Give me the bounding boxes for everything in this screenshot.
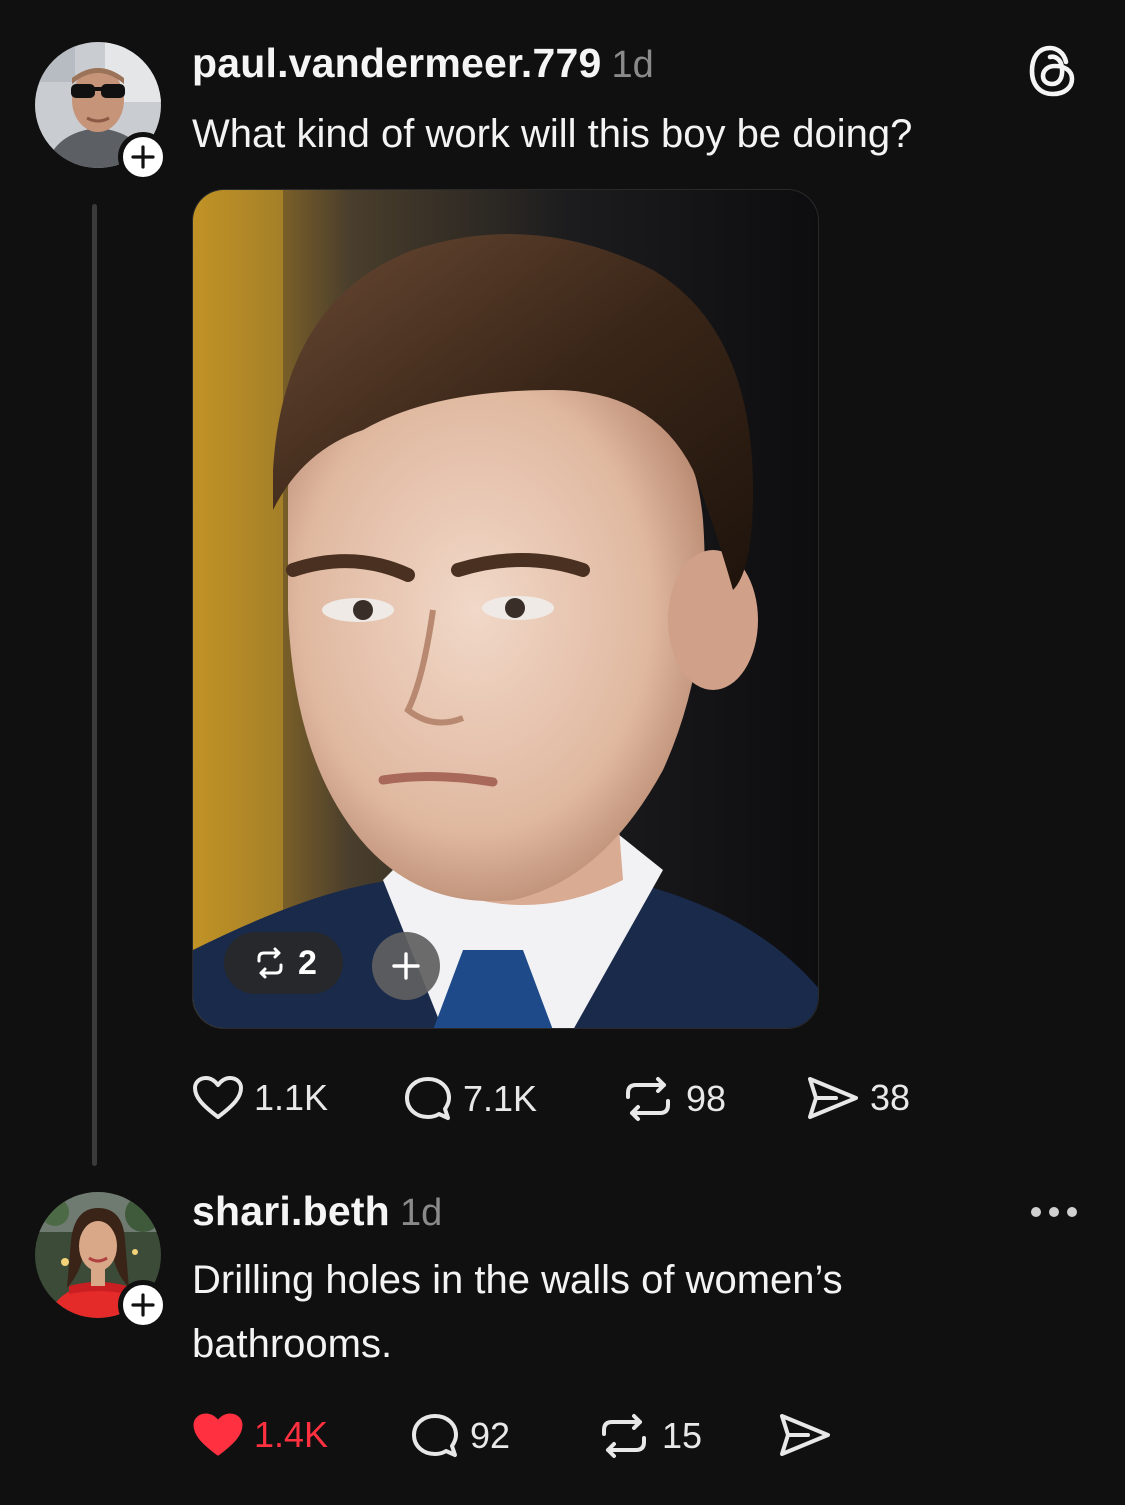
thread-line [92,204,97,1166]
send-icon [808,1077,858,1119]
reply-reply-count: 92 [470,1415,511,1456]
threads-logo-icon[interactable] [1028,44,1078,103]
post-text: What kind of work will this boy be doing… [192,112,913,156]
comment-bubble-icon [405,1077,451,1120]
reply-like-count: 1.4K [254,1414,329,1455]
reply-text-line1: Drilling holes in the walls of women’s [192,1258,843,1302]
repost-icon [602,1414,646,1458]
post-header: paul.vandermeer.779 1d [192,40,654,87]
reply-time: 1d [399,1192,443,1234]
follow-paul-button[interactable] [118,132,168,182]
repost-icon [257,947,283,979]
post-time: 1d [611,44,654,86]
share-count: 38 [870,1077,911,1118]
reply-repost-button[interactable]: 15 [596,1412,702,1460]
plus-icon [131,145,155,169]
share-button[interactable]: 38 [806,1075,910,1121]
reply-count: 7.1K [463,1078,538,1119]
media-add-button[interactable] [372,932,440,1000]
reply-header: shari.beth 1d [192,1188,442,1235]
heart-filled-icon [193,1413,243,1456]
post-username[interactable]: paul.vandermeer.779 [192,40,601,86]
post-image[interactable] [192,189,819,1029]
repost-button[interactable]: 98 [620,1075,726,1123]
like-button[interactable]: 1.1K [192,1075,328,1121]
follow-shari-button[interactable] [118,1280,168,1330]
repost-icon [626,1077,670,1121]
send-icon [780,1414,830,1456]
reply-button[interactable]: 7.1K [403,1075,537,1123]
plus-icon [131,1293,155,1317]
plus-icon [392,952,420,980]
media-repost-count: 2 [298,943,317,982]
reply-text-line2: bathrooms. [192,1322,393,1366]
heart-icon [193,1076,243,1119]
more-dots-icon[interactable] [1031,1207,1077,1217]
reply-reply-button[interactable]: 92 [410,1412,510,1460]
reply-share-button[interactable] [778,1412,832,1458]
media-repost-badge[interactable]: 2 [224,932,343,994]
reply-username[interactable]: shari.beth [192,1188,390,1234]
like-count: 1.1K [254,1077,329,1118]
reply-like-button[interactable]: 1.4K [192,1412,328,1458]
repost-count: 98 [686,1078,727,1119]
reply-repost-count: 15 [662,1415,703,1456]
comment-bubble-icon [412,1414,458,1457]
